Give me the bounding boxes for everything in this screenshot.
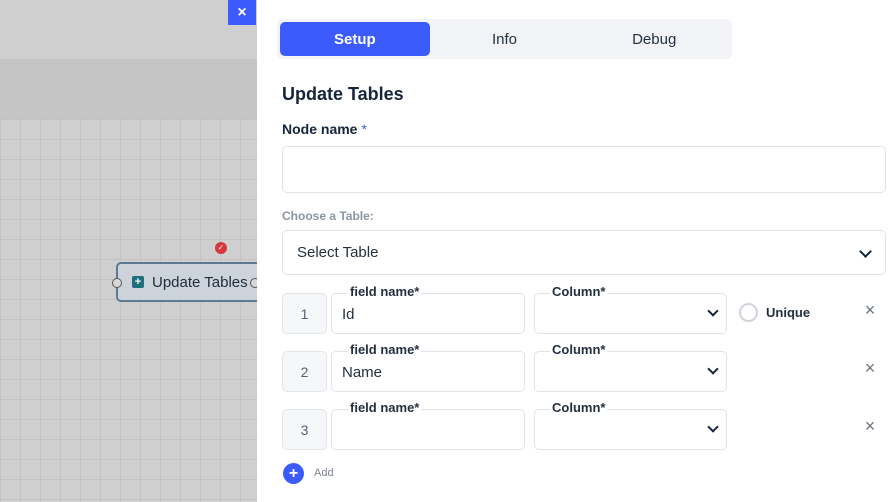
unique-label: Unique [766, 305, 811, 320]
tab-debug[interactable]: Debug [579, 22, 729, 56]
column-label: Column* [550, 284, 608, 299]
column-select[interactable]: Column* [534, 400, 727, 450]
choose-table-label: Choose a Table: [282, 209, 374, 223]
chevron-down-icon [859, 247, 871, 259]
add-row-label[interactable]: Add [314, 467, 334, 479]
canvas-grid [0, 119, 257, 502]
remove-row-icon[interactable]: × [862, 359, 878, 377]
node-input-port[interactable] [112, 278, 122, 288]
tab-info[interactable]: Info [430, 22, 580, 56]
field-mapping-row: 1 field name* Id Column* Unique × [282, 284, 892, 335]
field-name-input[interactable]: field name* Id [331, 284, 525, 334]
panel-title: Update Tables [282, 84, 404, 104]
table-select[interactable]: Select Table [282, 230, 886, 275]
tab-setup[interactable]: Setup [280, 22, 430, 56]
required-mark: * [361, 121, 367, 137]
chevron-down-icon [708, 365, 718, 375]
table-select-value: Select Table [297, 244, 379, 261]
field-name-label: field name* [348, 284, 422, 299]
field-name-value: Id [342, 306, 355, 323]
check-icon: ✓ [215, 242, 227, 254]
unique-radio[interactable] [739, 303, 758, 322]
column-label: Column* [550, 400, 608, 415]
canvas-header [0, 0, 257, 59]
add-row-button[interactable]: + [283, 463, 304, 484]
chevron-down-icon [708, 423, 718, 433]
node-label: Update Tables [152, 273, 248, 291]
field-name-value: Name [342, 364, 383, 381]
canvas-toolbar [0, 59, 257, 119]
field-name-input[interactable]: field name* Name [331, 342, 525, 392]
node-settings-panel: Setup Info Debug Update Tables Node name… [257, 0, 896, 502]
panel-tabs: Setup Info Debug [277, 19, 732, 59]
field-name-label: field name* [348, 342, 422, 357]
column-label: Column* [550, 342, 608, 357]
node-name-label: Node name * [282, 121, 367, 137]
close-icon[interactable]: × [228, 0, 256, 25]
remove-row-icon[interactable]: × [862, 301, 878, 319]
node-name-label-text: Node name [282, 121, 358, 137]
row-index: 1 [282, 293, 327, 334]
chevron-down-icon [708, 307, 718, 317]
field-mapping-row: 3 field name* Column* × [282, 400, 892, 451]
column-select[interactable]: Column* [534, 342, 727, 392]
node-name-input[interactable] [282, 146, 886, 193]
update-tables-node[interactable]: + Update Tables [112, 262, 257, 302]
column-select[interactable]: Column* [534, 284, 727, 334]
field-mapping-row: 2 field name* Name Column* × [282, 342, 892, 393]
row-index: 3 [282, 409, 327, 450]
field-name-label: field name* [348, 400, 422, 415]
workflow-canvas: ✓ + Update Tables [0, 0, 257, 502]
plus-square-icon: + [132, 276, 144, 288]
remove-row-icon[interactable]: × [862, 417, 878, 435]
node-output-port[interactable] [250, 278, 257, 288]
field-name-input[interactable]: field name* [331, 400, 525, 450]
row-index: 2 [282, 351, 327, 392]
